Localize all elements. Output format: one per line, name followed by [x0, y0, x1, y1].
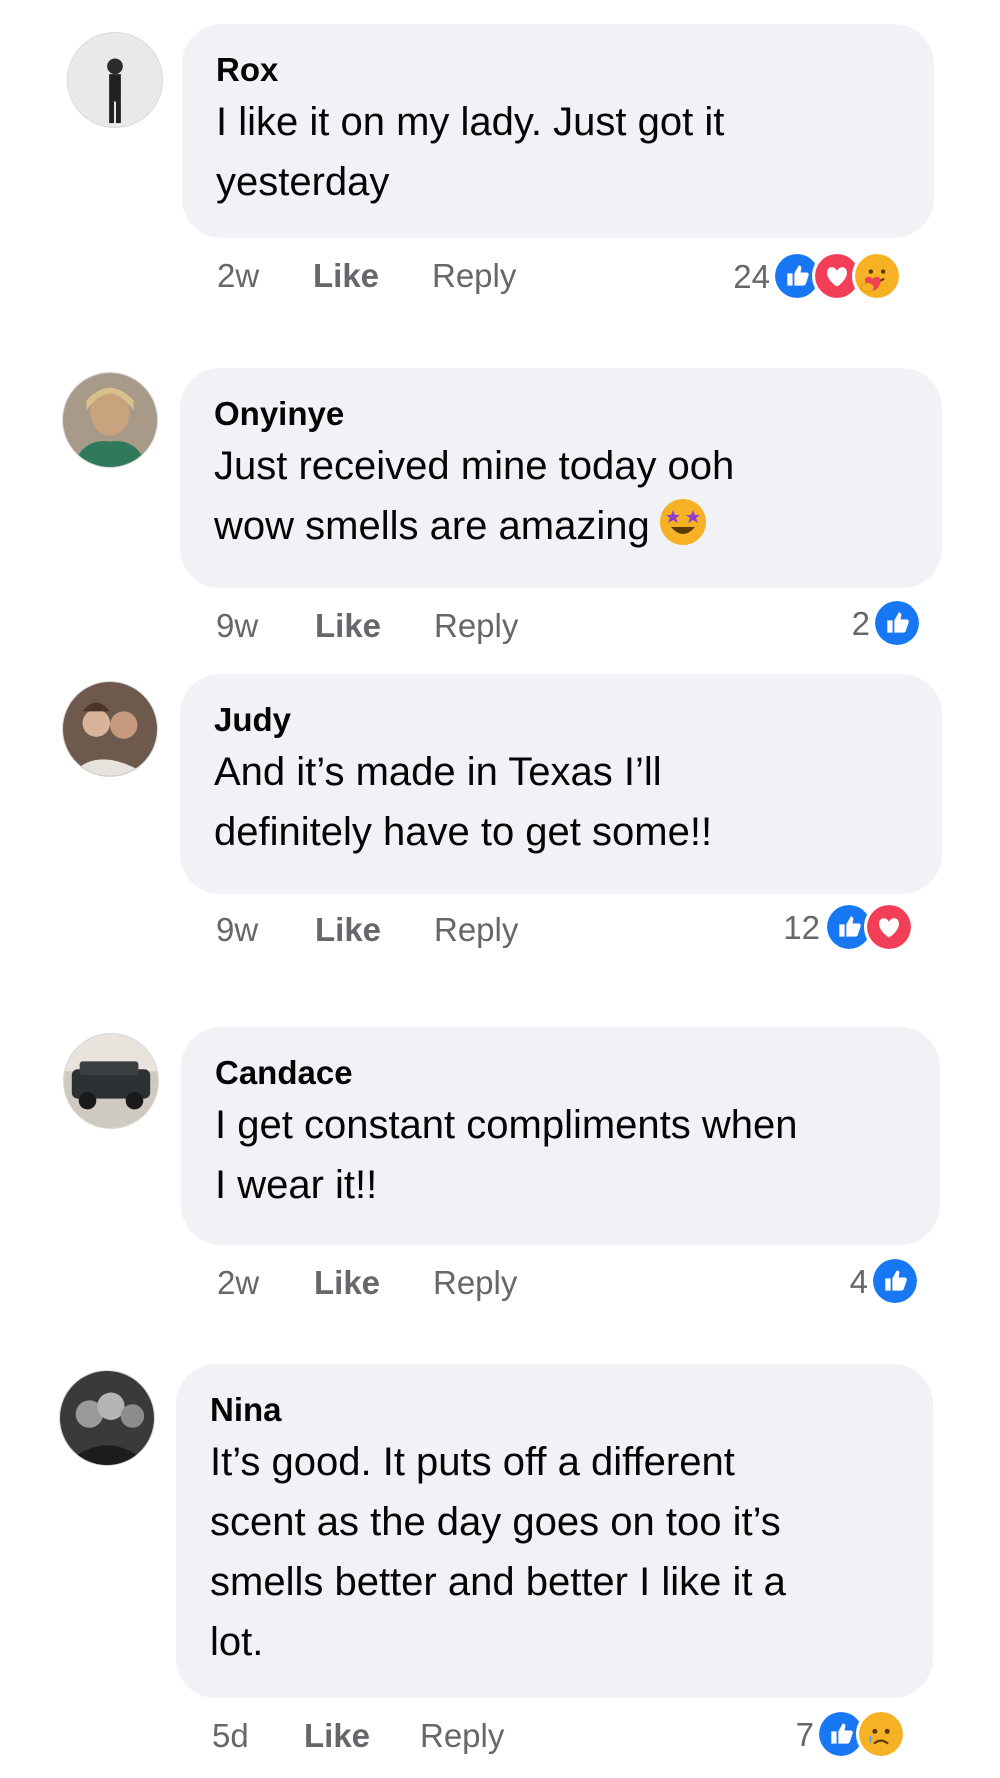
like-button[interactable]: Like — [315, 604, 381, 648]
comment-text: I get constant compliments when I wear i… — [215, 1103, 798, 1207]
reply-button[interactable]: Reply — [420, 1714, 504, 1758]
comment-author[interactable]: Nina — [210, 1390, 899, 1430]
comment-author[interactable]: Rox — [216, 50, 900, 90]
reaction-count: 7 — [795, 1716, 814, 1753]
reaction-summary[interactable]: 2 — [800, 598, 940, 648]
comment-timestamp[interactable]: 9w — [216, 604, 258, 648]
comment-actions: 9w Like Reply — [216, 908, 616, 952]
comment-timestamp[interactable]: 9w — [216, 908, 258, 952]
comment-timestamp[interactable]: 5d — [212, 1714, 249, 1758]
avatar[interactable] — [62, 681, 158, 777]
avatar[interactable] — [62, 372, 158, 468]
star-struck-emoji-icon — [658, 497, 708, 547]
comment-actions: 5d Like Reply — [212, 1714, 612, 1758]
comment-text-body: Just received mine today ooh wow smells … — [214, 444, 735, 548]
reply-button[interactable]: Reply — [433, 1261, 517, 1305]
comment-timestamp[interactable]: 2w — [217, 254, 259, 298]
comment-bubble: Candace I get constant compliments when … — [181, 1027, 940, 1245]
reaction-count: 2 — [851, 605, 870, 642]
comment-bubble: Judy And it’s made in Texas I’ll definit… — [180, 674, 942, 894]
comment-bubble: Rox I like it on my lady. Just got it ye… — [182, 24, 934, 238]
comment-bubble: Onyinye Just received mine today ooh wow… — [180, 368, 942, 588]
comment-actions: 2w Like Reply — [217, 254, 617, 298]
reaction-summary[interactable]: 24 — [712, 251, 932, 301]
avatar[interactable] — [63, 1033, 159, 1129]
comment-author[interactable]: Candace — [215, 1053, 906, 1093]
comment-text: And it’s made in Texas I’ll definitely h… — [214, 750, 713, 854]
comment-actions: 2w Like Reply — [217, 1261, 617, 1305]
reply-button[interactable]: Reply — [434, 908, 518, 952]
like-icon — [872, 598, 922, 648]
comment-timestamp[interactable]: 2w — [217, 1261, 259, 1305]
care-icon — [852, 251, 902, 301]
comment-actions: 9w Like Reply — [216, 604, 616, 648]
reaction-summary[interactable]: 7 — [770, 1709, 940, 1759]
reaction-count: 12 — [783, 909, 820, 946]
like-button[interactable]: Like — [314, 1261, 380, 1305]
like-icon — [870, 1256, 920, 1306]
comment-bubble: Nina It’s good. It puts off a different … — [176, 1364, 933, 1698]
comment-text: I like it on my lady. Just got it yester… — [216, 100, 725, 204]
reaction-count: 24 — [733, 258, 770, 295]
like-button[interactable]: Like — [313, 254, 379, 298]
comment-text: Just received mine today ooh wow smells … — [214, 436, 908, 556]
like-button[interactable]: Like — [315, 908, 381, 952]
like-button[interactable]: Like — [304, 1714, 370, 1758]
reply-button[interactable]: Reply — [432, 254, 516, 298]
love-icon — [864, 902, 914, 952]
reaction-summary[interactable]: 12 — [760, 902, 940, 952]
comment-author[interactable]: Onyinye — [214, 394, 908, 434]
avatar[interactable] — [67, 32, 163, 128]
sad-icon — [856, 1709, 906, 1759]
reaction-summary[interactable]: 4 — [800, 1256, 940, 1306]
comment-text: It’s good. It puts off a different scent… — [210, 1440, 786, 1664]
comment-author[interactable]: Judy — [214, 700, 908, 740]
reaction-count: 4 — [849, 1263, 868, 1300]
avatar[interactable] — [59, 1370, 155, 1466]
reply-button[interactable]: Reply — [434, 604, 518, 648]
